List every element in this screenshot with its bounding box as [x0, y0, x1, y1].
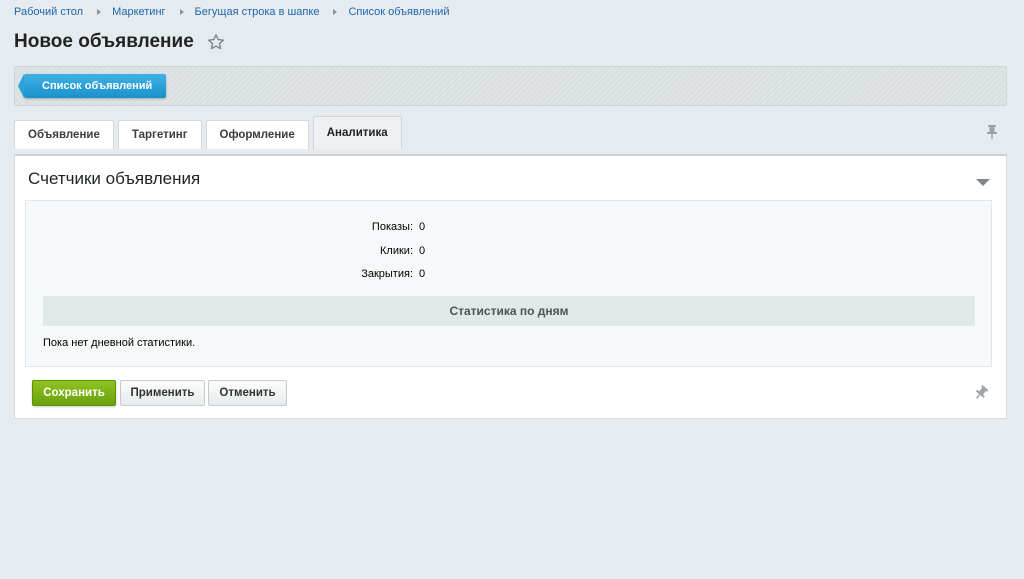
- impressions-row: Показы: 0: [26, 221, 993, 237]
- closures-value: 0: [419, 268, 426, 280]
- star-icon[interactable]: [207, 33, 225, 51]
- save-button[interactable]: Сохранить: [32, 380, 116, 406]
- section-title: Счетчики объявления: [28, 169, 201, 188]
- breadcrumb: Рабочий стол Маркетинг Бегущая строка в …: [14, 5, 449, 19]
- clicks-label: Клики:: [380, 245, 413, 257]
- breadcrumb-separator-icon: [97, 9, 102, 15]
- breadcrumb-item-desktop[interactable]: Рабочий стол: [14, 6, 83, 18]
- breadcrumb-separator-icon: [333, 9, 338, 15]
- pin-icon[interactable]: [974, 385, 989, 401]
- pin-icon[interactable]: [985, 124, 999, 140]
- impressions-value: 0: [419, 221, 426, 233]
- breadcrumb-item-ticker[interactable]: Бегущая строка в шапке: [195, 6, 320, 18]
- tab-ad[interactable]: Объявление: [14, 120, 114, 149]
- daily-stats-header: Статистика по дням: [43, 296, 975, 326]
- counters-block: Показы: 0 Клики: 0 Закрытия: 0 Статистик…: [25, 200, 992, 367]
- cancel-button[interactable]: Отменить: [208, 380, 287, 406]
- page-title: Новое объявление: [14, 31, 194, 52]
- tab-analytics[interactable]: Аналитика: [312, 116, 402, 149]
- toolbar: Список объявлений: [14, 66, 1007, 106]
- tab-bar: Объявление Таргетинг Оформление Аналитик…: [14, 116, 406, 149]
- impressions-label: Показы:: [371, 221, 413, 233]
- clicks-row: Клики: 0: [26, 245, 993, 261]
- apply-button[interactable]: Применить: [120, 380, 205, 406]
- chevron-down-icon[interactable]: [975, 175, 991, 186]
- back-to-list-button[interactable]: Список объявлений: [17, 74, 167, 98]
- title-row: Новое объявление: [14, 30, 225, 54]
- tab-targeting[interactable]: Таргетинг: [117, 120, 202, 149]
- no-stats-message: Пока нет дневной статистики.: [43, 337, 196, 349]
- closures-label: Закрытия:: [361, 268, 413, 280]
- clicks-value: 0: [419, 245, 426, 257]
- breadcrumb-separator-icon: [179, 9, 184, 15]
- breadcrumb-item-ads-list[interactable]: Список объявлений: [348, 6, 449, 18]
- analytics-panel: Счетчики объявления Показы: 0 Клики: 0 З…: [14, 154, 1007, 419]
- closures-row: Закрытия: 0: [26, 268, 993, 284]
- breadcrumb-item-marketing[interactable]: Маркетинг: [112, 6, 165, 18]
- tab-design[interactable]: Оформление: [205, 120, 309, 149]
